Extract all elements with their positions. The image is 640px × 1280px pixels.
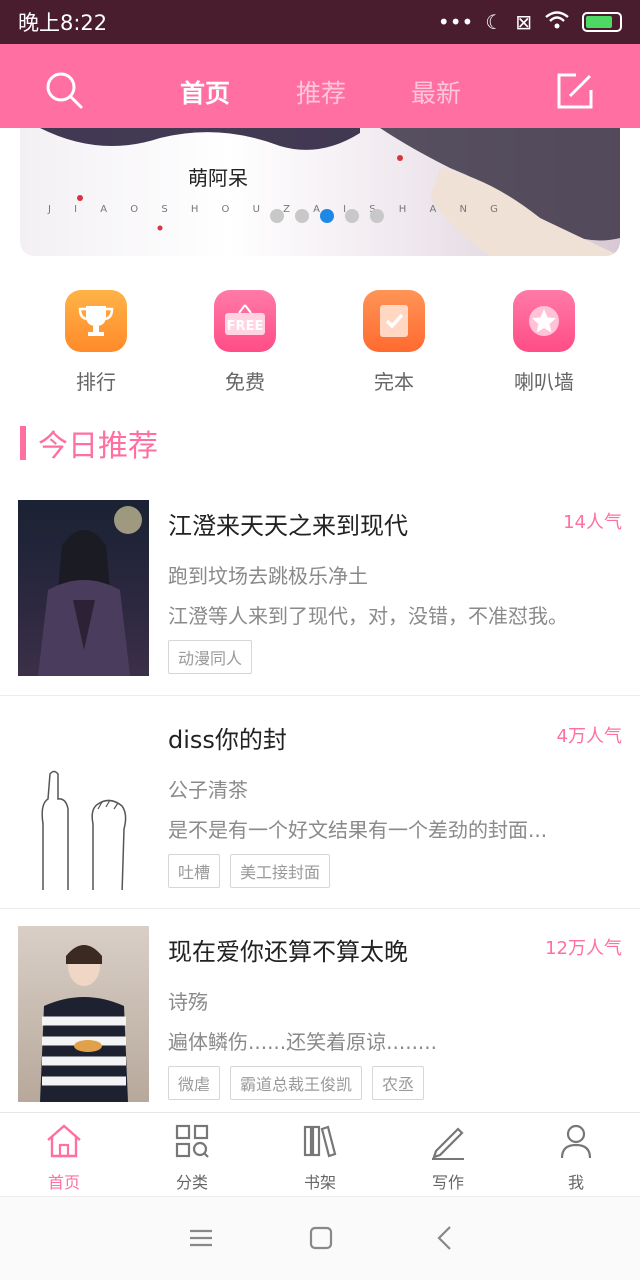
book-item[interactable]: 江澄来天天之来到现代 14人气 跑到坟场去跳极乐净土 江澄等人来到了现代，对，没…: [0, 488, 640, 700]
book-title: diss你的封: [168, 726, 287, 754]
carousel-dots: [270, 209, 384, 223]
carousel-dot-active[interactable]: [320, 209, 334, 223]
book-cover: [18, 500, 149, 676]
section-title-text: 今日推荐: [38, 429, 158, 464]
back-icon[interactable]: [430, 1223, 460, 1253]
book-author: 跑到坟场去跳极乐净土: [168, 564, 368, 588]
battery-icon: [582, 12, 622, 32]
book-tag[interactable]: 霸道总裁王俊凯: [230, 1066, 363, 1100]
banner-carousel[interactable]: 萌阿呆 J I A O S H O U Z A I S H A N G: [20, 128, 620, 256]
bookshelf-icon: [300, 1121, 340, 1161]
tab-latest[interactable]: 最新: [411, 74, 461, 110]
book-title: 江澄来天天之来到现代: [168, 512, 408, 540]
menu-icon[interactable]: [186, 1223, 216, 1253]
more-dots-icon: •••: [437, 10, 474, 34]
section-title: 今日推荐: [20, 424, 158, 464]
book-tag[interactable]: 微虐: [168, 1066, 221, 1100]
book-item[interactable]: diss你的封 4万人气 公子清茶 是不是有一个好文结果有一个差劲的封面... …: [0, 702, 640, 914]
carousel-dot[interactable]: [345, 209, 359, 223]
user-icon: [556, 1121, 596, 1161]
tabbar-label: 书架: [303, 1173, 336, 1192]
carousel-dot[interactable]: [270, 209, 284, 223]
book-cover: [18, 926, 149, 1102]
tabbar-category[interactable]: 分类: [128, 1121, 256, 1193]
book-tag[interactable]: 动漫同人: [168, 640, 253, 674]
trophy-icon: [65, 290, 127, 352]
tabbar-label: 分类: [175, 1173, 208, 1192]
shortcut-grid: 排行 FREE 免费 完本 喇叭墙: [0, 290, 640, 400]
top-bar: 首页 推荐 最新: [0, 44, 640, 128]
search-icon[interactable]: [44, 70, 84, 110]
tabbar-label: 写作: [431, 1173, 464, 1192]
tab-home[interactable]: 首页: [180, 74, 230, 110]
svg-text:FREE: FREE: [227, 319, 264, 334]
book-description: 江澄等人来到了现代，对，没错，不准怼我。: [168, 604, 568, 628]
section-accent-bar: [20, 426, 26, 460]
book-tags: 吐槽 美工接封面: [168, 854, 331, 888]
tabbar-home[interactable]: 首页: [0, 1121, 128, 1193]
tab-recommend[interactable]: 推荐: [296, 74, 346, 110]
book-title: 现在爱你还算不算太晚: [168, 938, 408, 966]
book-description: 是不是有一个好文结果有一个差劲的封面...: [168, 818, 548, 842]
edit-icon[interactable]: [556, 72, 594, 110]
status-bar: 晚上8:22 ••• ☾ ⊠: [0, 0, 640, 44]
book-description: 遍体鳞伤......还笑着原谅........: [168, 1030, 438, 1054]
moon-icon: ☾: [485, 10, 504, 34]
wifi-icon: [544, 10, 570, 35]
sim-icon: ⊠: [515, 10, 532, 34]
book-item[interactable]: 现在爱你还算不算太晚 12万人气 诗殇 遍体鳞伤......还笑着原谅.....…: [0, 914, 640, 1126]
tabbar-label: 我: [567, 1173, 584, 1192]
shortcut-completed[interactable]: 完本: [334, 290, 454, 395]
book-popularity: 4万人气: [556, 726, 622, 747]
book-tag[interactable]: 农丞: [372, 1066, 425, 1100]
shortcut-label: 喇叭墙: [514, 370, 574, 394]
divider: [0, 695, 640, 696]
shortcut-ranking[interactable]: 排行: [36, 290, 156, 395]
shortcut-label: 完本: [374, 370, 414, 394]
home-icon: [44, 1121, 84, 1161]
category-grid-icon: [172, 1121, 212, 1161]
status-icons: ••• ☾ ⊠: [438, 10, 622, 35]
shortcut-label: 排行: [76, 370, 116, 394]
banner-author: 萌阿呆: [188, 166, 248, 190]
home-square-icon[interactable]: [306, 1223, 336, 1253]
book-tags: 动漫同人: [168, 640, 253, 674]
divider: [0, 908, 640, 909]
shortcut-wall[interactable]: 喇叭墙: [484, 290, 604, 395]
banner-artwork: [40, 128, 620, 256]
tabbar-me[interactable]: 我: [512, 1121, 640, 1193]
book-tag[interactable]: 美工接封面: [230, 854, 331, 888]
book-cover: [18, 714, 149, 890]
book-author: 公子清茶: [168, 778, 248, 802]
book-tag[interactable]: 吐槽: [168, 854, 221, 888]
pencil-icon: [428, 1121, 468, 1161]
star-icon: [513, 290, 575, 352]
tabbar-bookshelf[interactable]: 书架: [256, 1121, 384, 1193]
carousel-dot[interactable]: [370, 209, 384, 223]
system-nav-bar: [0, 1196, 640, 1280]
carousel-dot[interactable]: [295, 209, 309, 223]
book-tags: 微虐 霸道总裁王俊凯 农丞: [168, 1066, 425, 1100]
shortcut-label: 免费: [225, 370, 265, 394]
bottom-tab-bar: 首页 分类 书架 写作 我: [0, 1112, 640, 1196]
free-tag-icon: FREE: [214, 290, 276, 352]
status-time: 晚上8:22: [18, 11, 108, 35]
completed-book-icon: [363, 290, 425, 352]
book-popularity: 14人气: [563, 512, 622, 533]
book-popularity: 12万人气: [545, 938, 622, 959]
shortcut-free[interactable]: FREE 免费: [185, 290, 305, 395]
book-author: 诗殇: [168, 990, 208, 1014]
tabbar-label: 首页: [47, 1173, 80, 1192]
tabbar-write[interactable]: 写作: [384, 1121, 512, 1193]
